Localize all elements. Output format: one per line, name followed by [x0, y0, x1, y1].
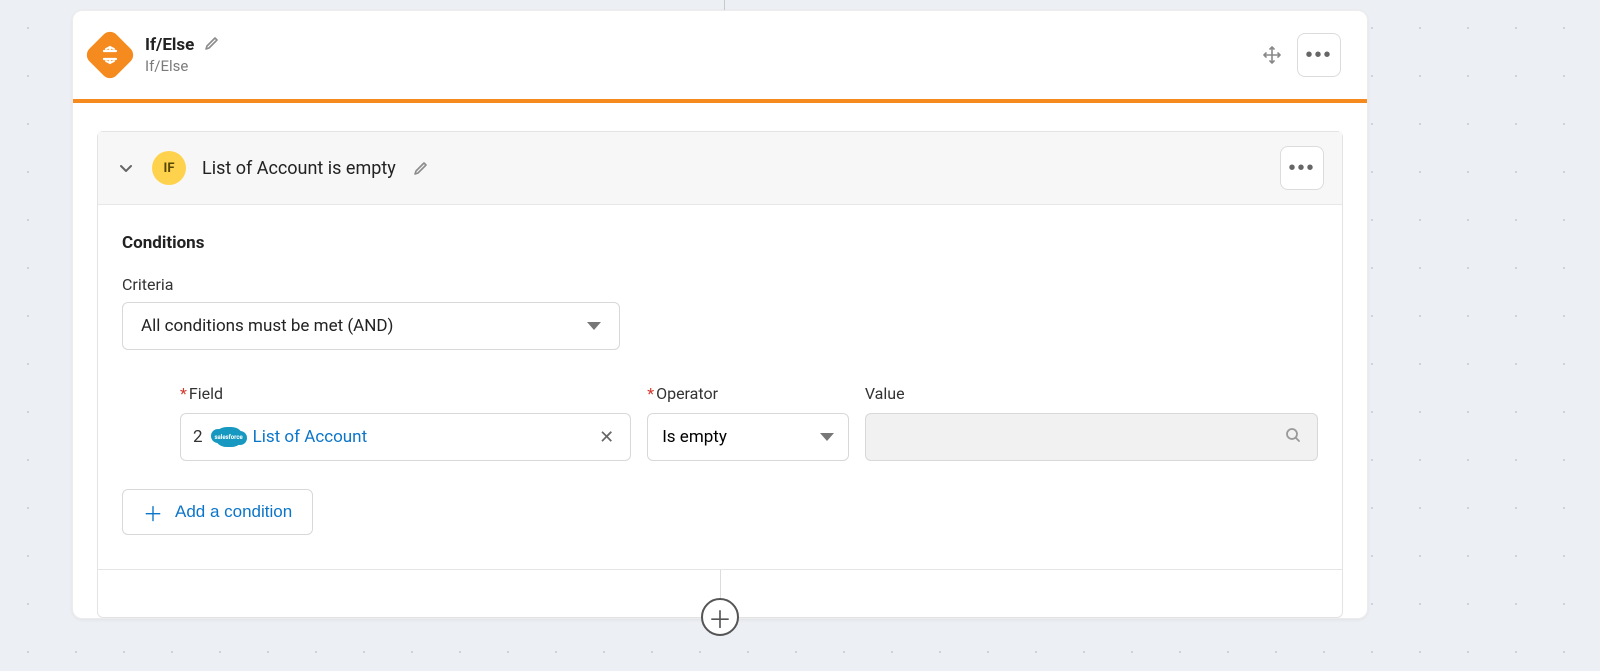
collapse-chevron-icon[interactable]	[116, 160, 136, 176]
step-index: 2	[193, 427, 203, 447]
conditions-body: Conditions Criteria All conditions must …	[98, 205, 1342, 569]
operator-label: *Operator	[647, 384, 849, 403]
criteria-select[interactable]: All conditions must be met (AND)	[122, 302, 620, 350]
value-label: Value	[865, 384, 1318, 403]
search-icon	[1285, 427, 1301, 448]
operator-value: Is empty	[662, 427, 727, 447]
move-icon[interactable]	[1261, 44, 1283, 66]
branch-footer: ＋	[98, 569, 1342, 617]
field-value: List of Account	[253, 427, 368, 447]
salesforce-icon: salesforce	[215, 427, 243, 447]
branch-title: List of Account is empty	[202, 158, 396, 179]
node-title: If/Else	[145, 35, 194, 55]
card-header: If/Else If/Else •••	[73, 11, 1367, 99]
if-badge: IF	[152, 151, 186, 185]
operator-select[interactable]: Is empty	[647, 413, 849, 461]
orange-accent-bar	[73, 99, 1367, 103]
criteria-value: All conditions must be met (AND)	[141, 316, 393, 336]
add-step-button[interactable]: ＋	[701, 598, 739, 636]
chevron-down-icon	[820, 433, 834, 441]
card-menu-button[interactable]: •••	[1297, 33, 1341, 77]
plus-icon: ＋	[143, 498, 163, 527]
condition-row: *Field 2 salesforce List of Account ✕ *O…	[98, 384, 1342, 461]
edit-branch-icon[interactable]	[412, 159, 430, 177]
value-input[interactable]	[865, 413, 1318, 461]
branch-menu-button[interactable]: •••	[1280, 146, 1324, 190]
branch-icon	[83, 28, 137, 82]
node-title-wrap: If/Else If/Else	[145, 35, 1245, 75]
dots-icon: •••	[1305, 44, 1332, 67]
field-input[interactable]: 2 salesforce List of Account ✕	[180, 413, 631, 461]
if-branch-section: IF List of Account is empty ••• Conditio…	[97, 131, 1343, 618]
clear-field-icon[interactable]: ✕	[595, 427, 618, 448]
dots-icon: •••	[1288, 157, 1315, 180]
if-else-card: If/Else If/Else ••• IF List of Account i…	[72, 10, 1368, 619]
criteria-label: Criteria	[98, 275, 1342, 302]
add-condition-label: Add a condition	[175, 502, 292, 522]
conditions-heading: Conditions	[98, 233, 1342, 275]
chevron-down-icon	[587, 322, 601, 330]
branch-header: IF List of Account is empty •••	[98, 132, 1342, 205]
edit-title-icon[interactable]	[204, 35, 220, 55]
add-condition-button[interactable]: ＋ Add a condition	[122, 489, 313, 535]
node-subtitle: If/Else	[145, 57, 1245, 75]
field-label: *Field	[180, 384, 631, 403]
